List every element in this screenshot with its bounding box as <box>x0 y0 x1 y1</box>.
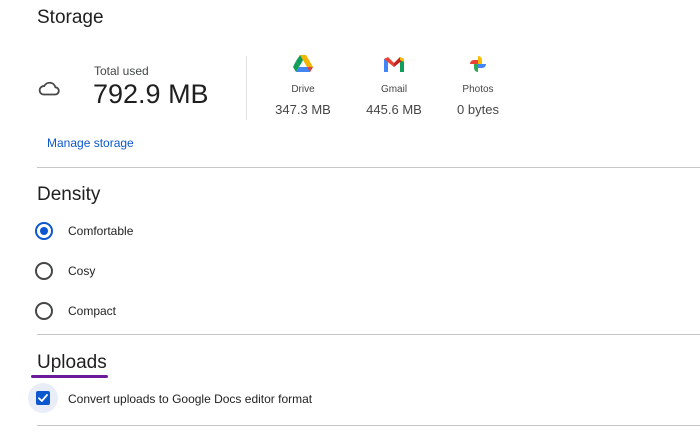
service-drive: Drive 347.3 MB <box>263 54 343 117</box>
service-name: Gmail <box>380 84 408 95</box>
convert-uploads-checkbox[interactable] <box>36 391 50 405</box>
density-option-compact[interactable]: Compact <box>35 301 116 321</box>
radio-button[interactable] <box>35 262 53 280</box>
google-drive-icon <box>263 54 343 74</box>
density-option-label: Compact <box>68 304 117 318</box>
service-gmail: Gmail 445.6 MB <box>354 54 434 117</box>
density-option-label: Comfortable <box>68 224 134 238</box>
section-divider <box>37 167 700 168</box>
checkmark-icon <box>38 394 48 402</box>
section-divider <box>37 334 700 335</box>
radio-button[interactable] <box>35 302 53 320</box>
cloud-icon <box>37 78 61 98</box>
radio-dot <box>40 227 48 235</box>
total-used-value: 792.9 MB <box>93 79 209 109</box>
service-value: 347.3 MB <box>275 102 331 117</box>
section-divider <box>37 425 700 426</box>
service-name: Drive <box>291 84 315 95</box>
service-photos: Photos 0 bytes <box>438 54 518 117</box>
density-option-label: Cosy <box>68 264 96 278</box>
storage-vertical-divider <box>246 56 247 120</box>
density-section-title: Density <box>37 184 101 205</box>
density-option-comfortable[interactable]: Comfortable <box>35 221 133 241</box>
storage-section-title: Storage <box>37 7 104 28</box>
service-value: 445.6 MB <box>366 102 422 117</box>
total-used-label: Total used <box>94 64 149 78</box>
service-name: Photos <box>462 84 494 95</box>
service-value: 0 bytes <box>457 102 499 117</box>
highlight-underline <box>31 375 108 378</box>
google-photos-icon <box>438 54 518 74</box>
manage-storage-link[interactable]: Manage storage <box>47 136 134 150</box>
convert-uploads-label: Convert uploads to Google Docs editor fo… <box>68 392 313 406</box>
gmail-icon <box>354 54 434 74</box>
uploads-section-title: Uploads <box>37 352 107 373</box>
radio-button-checked[interactable] <box>35 222 53 240</box>
density-option-cosy[interactable]: Cosy <box>35 261 95 281</box>
